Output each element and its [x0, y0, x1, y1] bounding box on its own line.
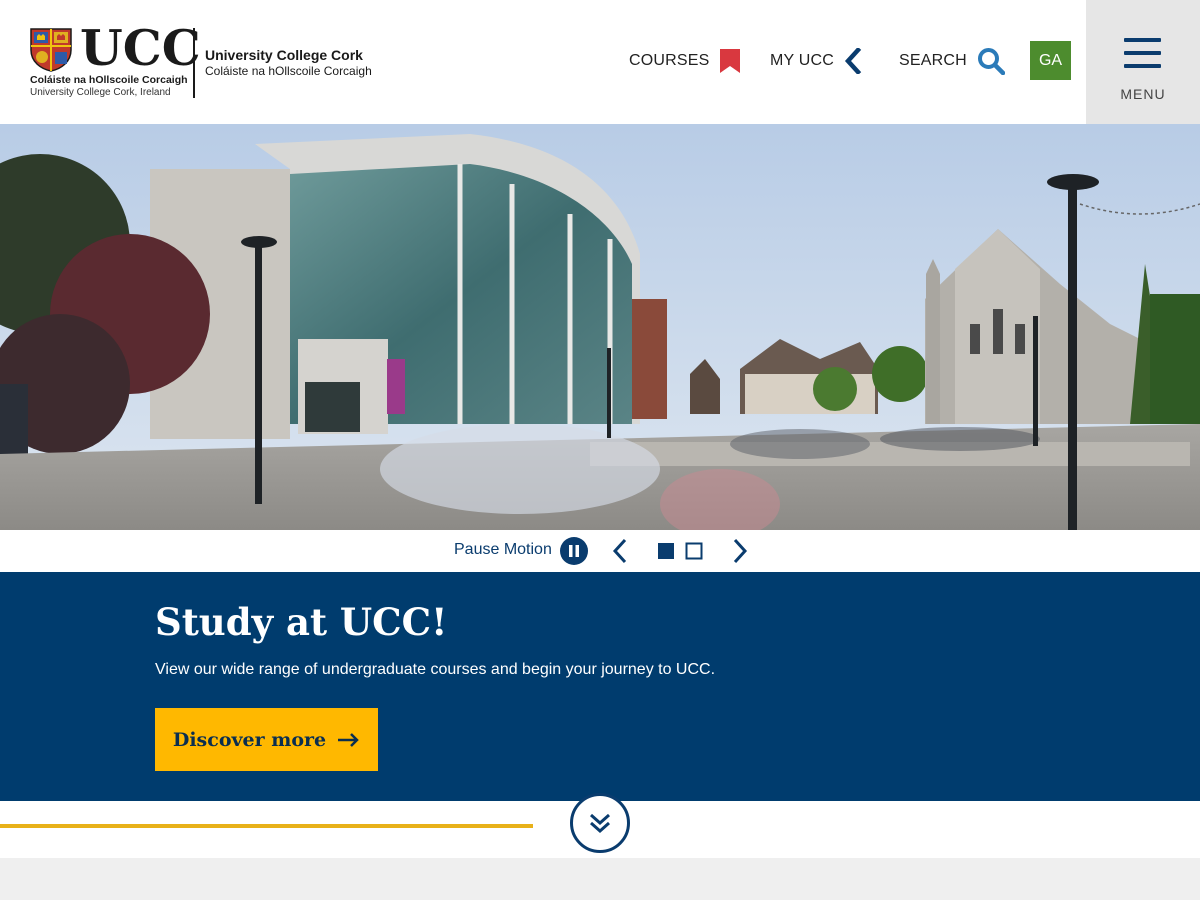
study-banner: Study at UCC! View our wide range of und…: [0, 572, 1200, 801]
language-toggle-button[interactable]: GA: [1030, 41, 1071, 80]
ucc-crest-icon: [30, 28, 72, 72]
site-title: University College Cork: [205, 47, 363, 63]
next-slide-icon[interactable]: [731, 538, 749, 564]
page-bottom-area: [0, 858, 1200, 900]
nav-search-link[interactable]: SEARCH: [899, 44, 1005, 78]
scroll-down-button[interactable]: [570, 793, 630, 853]
pause-icon[interactable]: [560, 537, 588, 565]
previous-slide-icon[interactable]: [611, 538, 629, 564]
pause-motion-label: Pause Motion: [454, 541, 552, 558]
slide-dot-1-active[interactable]: [657, 542, 675, 560]
discover-more-label: Discover more: [172, 728, 327, 751]
logo-divider: [193, 28, 195, 98]
scroll-strip: [0, 793, 1200, 858]
banner-text: View our wide range of undergraduate cou…: [155, 661, 716, 678]
site-header: UCC Coláiste na hOllscoile Corcaigh Univ…: [0, 0, 1200, 124]
campus-photo: [0, 124, 1200, 530]
nav-courses-label: COURSES: [629, 52, 710, 69]
chevron-left-icon: [844, 48, 862, 74]
hamburger-icon: [1124, 38, 1161, 68]
double-chevron-down-icon: [590, 813, 610, 834]
nav-myucc-label: MY UCC: [770, 52, 835, 69]
discover-more-button[interactable]: Discover more: [155, 708, 378, 771]
slider-controls: Pause Motion: [0, 530, 1200, 572]
ucc-logo-link[interactable]: UCC Coláiste na hOllscoile Corcaigh Univ…: [28, 20, 201, 100]
nav-courses-link[interactable]: COURSES: [629, 44, 740, 78]
slide-dot-2[interactable]: [685, 542, 703, 560]
arrow-right-icon: [338, 732, 359, 747]
nav-search-label: SEARCH: [899, 52, 967, 69]
banner-title: Study at UCC!: [155, 600, 448, 644]
logo-wordmark: UCC: [80, 19, 201, 77]
hero-image-campus: [0, 124, 1200, 530]
progress-line: [0, 824, 533, 828]
menu-label: MENU: [1120, 86, 1166, 102]
search-icon: [977, 48, 1005, 75]
logo-irish-name: Coláiste na hOllscoile Corcaigh: [30, 74, 188, 86]
bookmark-icon: [719, 49, 740, 73]
logo-english-name: University College Cork, Ireland: [30, 87, 171, 98]
site-subtitle: Coláiste na hOllscoile Corcaigh: [205, 64, 372, 78]
menu-button[interactable]: MENU: [1086, 0, 1200, 124]
nav-myucc-link[interactable]: MY UCC: [770, 44, 862, 78]
